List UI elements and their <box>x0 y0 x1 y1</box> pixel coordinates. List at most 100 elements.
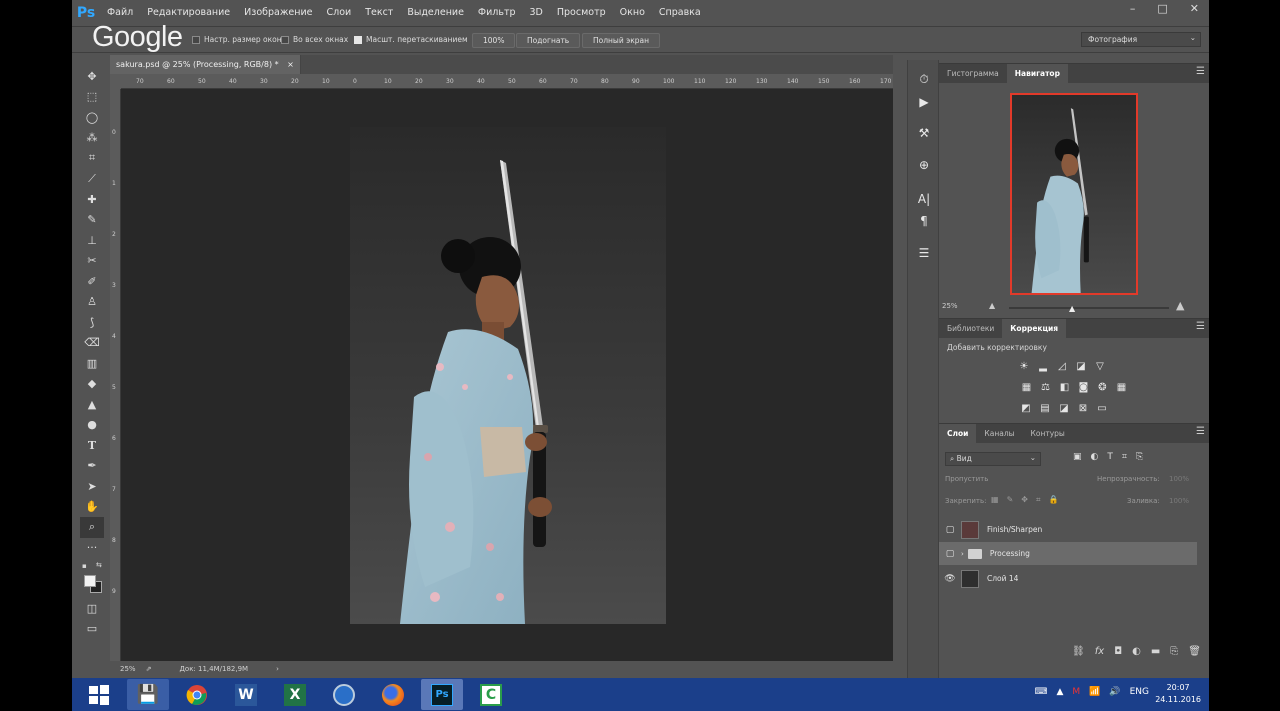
blur-tool-icon[interactable]: ◆ <box>80 374 104 395</box>
swap-colors-icon[interactable]: ⇆ <box>96 561 102 569</box>
zoom-in-icon[interactable]: ▲ <box>1176 299 1184 312</box>
vertical-ruler[interactable]: 0 1 2 3 4 5 6 7 8 9 <box>110 89 121 661</box>
fit-screen-button[interactable]: Подогнать <box>516 33 581 48</box>
menu-item[interactable]: Справка <box>652 0 708 26</box>
firefox-button[interactable] <box>372 679 414 710</box>
excel-button[interactable]: X <box>274 679 316 710</box>
stamp-tool-icon[interactable]: ⊥ <box>80 230 104 251</box>
visibility-toggle-off[interactable]: ▢ <box>939 525 961 535</box>
photoshop-taskbar-button[interactable]: Ps <box>421 679 463 710</box>
crop-tool-icon[interactable]: ⌗ <box>80 148 104 169</box>
visibility-toggle-off[interactable]: ▢ <box>939 549 961 559</box>
screen-mode-icon[interactable]: ▭ <box>80 619 104 640</box>
fill-screen-button[interactable]: Полный экран <box>582 33 661 48</box>
pixel-filter-icon[interactable]: ▣ <box>1073 452 1082 462</box>
menu-item[interactable]: Выделение <box>400 0 471 26</box>
panel-menu-icon[interactable]: ☰ <box>1196 426 1205 437</box>
move-tool-icon[interactable]: ✥ <box>80 66 104 87</box>
ruler-origin[interactable] <box>110 74 121 89</box>
pen-tool-icon[interactable]: ✒ <box>80 456 104 477</box>
threshold-icon[interactable]: ◪ <box>1058 402 1071 415</box>
close-tab-icon[interactable]: × <box>287 60 294 69</box>
menu-item[interactable]: Изображение <box>237 0 319 26</box>
menu-item[interactable]: Текст <box>358 0 400 26</box>
all-windows-checkbox[interactable]: Во всех окнах <box>281 35 348 44</box>
word-button[interactable]: W <box>225 679 267 710</box>
eye-icon[interactable]: 👁 <box>939 574 961 584</box>
vibrance-icon[interactable]: ▽ <box>1094 360 1107 373</box>
zoom-tool-icon[interactable]: ⌕ <box>80 517 104 538</box>
brightness-icon[interactable]: ☀ <box>1018 360 1031 373</box>
default-colors-icon[interactable]: ▪ <box>82 562 87 570</box>
clone-source-icon[interactable]: ⊕ <box>908 158 940 172</box>
panel-menu-icon[interactable]: ☰ <box>1196 66 1205 77</box>
navigator-zoom-slider[interactable] <box>1009 307 1169 309</box>
dodge-tool-icon[interactable]: ● <box>80 415 104 436</box>
maximize-button[interactable]: □ <box>1157 0 1167 18</box>
photo-filter-icon[interactable]: ◙ <box>1077 381 1090 394</box>
language-indicator[interactable]: ENG <box>1130 687 1149 697</box>
lock-artboard-icon[interactable]: ⌗ <box>1036 495 1041 505</box>
menu-item[interactable]: 3D <box>523 0 550 26</box>
network-icon[interactable]: 📶 <box>1089 687 1100 697</box>
layer-group-row[interactable]: ▢ › Processing <box>939 542 1197 565</box>
chrome-button[interactable] <box>176 679 218 710</box>
panel-tab[interactable]: Контуры <box>1023 424 1073 443</box>
marquee-tool-icon[interactable]: ⬚ <box>80 87 104 108</box>
lock-position-icon[interactable]: ✥ <box>1021 495 1028 505</box>
clone-stamp-icon[interactable]: ♙ <box>80 292 104 313</box>
color-swatches[interactable]: ▪ ⇆ <box>80 558 104 598</box>
quick-mask-icon[interactable]: ◫ <box>80 598 104 619</box>
layer-name[interactable]: Finish/Sharpen <box>987 525 1042 534</box>
layer-filter-dropdown[interactable]: ⌕ Вид ⌄ <box>945 452 1041 466</box>
black-white-icon[interactable]: ◧ <box>1058 381 1071 394</box>
gradient-map-icon[interactable]: ▭ <box>1096 402 1109 415</box>
smart-object-filter-icon[interactable]: ⎘ <box>1136 452 1143 462</box>
magic-wand-tool-icon[interactable]: ⁂ <box>80 128 104 149</box>
eyedropper-tool-icon[interactable]: ⟋ <box>80 169 104 190</box>
share-icon[interactable]: ⇗ <box>146 665 152 673</box>
panel-tab[interactable]: Слои <box>939 424 977 443</box>
close-button[interactable]: ✕ <box>1190 0 1199 18</box>
color-balance-icon[interactable]: ⚖ <box>1039 381 1052 394</box>
volume-icon[interactable]: 🔊 <box>1109 687 1120 697</box>
panel-tab[interactable]: Каналы <box>976 424 1022 443</box>
layer-row[interactable]: 👁 Слой 14 <box>939 567 1197 590</box>
panel-tab[interactable]: Навигатор <box>1006 64 1068 83</box>
exposure-icon[interactable]: ◪ <box>1075 360 1088 373</box>
character-icon[interactable]: A| <box>908 192 940 206</box>
minimize-button[interactable]: – <box>1130 0 1136 18</box>
document-tab[interactable]: sakura.psd @ 25% (Processing, RGB/8) * × <box>110 55 301 74</box>
mixer-brush-icon[interactable]: ⟆ <box>80 312 104 333</box>
menu-item[interactable]: Слои <box>319 0 358 26</box>
panel-tab[interactable]: Библиотеки <box>939 319 1002 338</box>
canvas-area[interactable] <box>121 89 893 661</box>
type-tool-icon[interactable]: T <box>80 435 104 456</box>
menu-item[interactable]: Фильтр <box>471 0 523 26</box>
path-selection-tool-icon[interactable]: ➤ <box>80 476 104 497</box>
eraser-tool-icon[interactable]: ⌫ <box>80 333 104 354</box>
thunderbird-button[interactable] <box>323 679 365 710</box>
keyboard-icon[interactable]: ⌨ <box>1034 687 1047 697</box>
navigator-zoom-value[interactable]: 25% <box>942 302 958 310</box>
hand-tool-icon[interactable]: ✋ <box>80 497 104 518</box>
shape-filter-icon[interactable]: ⌗ <box>1122 452 1127 462</box>
menu-item[interactable]: Окно <box>613 0 652 26</box>
posterize-icon[interactable]: ▤ <box>1039 402 1052 415</box>
workspace-dropdown[interactable]: Фотография <box>1081 31 1201 47</box>
camtasia-button[interactable]: C <box>470 679 512 710</box>
add-mask-icon[interactable]: ◘ <box>1114 646 1122 657</box>
antivirus-icon[interactable]: M <box>1072 687 1080 697</box>
lock-pixels-icon[interactable]: ✎ <box>1007 495 1014 505</box>
resize-windows-checkbox[interactable]: Настр. размер окон <box>192 35 282 44</box>
menu-item[interactable]: Просмотр <box>550 0 613 26</box>
adjustment-filter-icon[interactable]: ◐ <box>1091 452 1099 462</box>
save-app-button[interactable]: 💾 <box>127 679 169 710</box>
layer-name[interactable]: Слой 14 <box>987 574 1018 583</box>
invert-icon[interactable]: ◩ <box>1020 402 1033 415</box>
scrubby-zoom-checkbox[interactable]: Масшт. перетаскиванием <box>354 35 468 44</box>
channel-mixer-icon[interactable]: ❂ <box>1096 381 1109 394</box>
sharpen-tool-icon[interactable]: ▲ <box>80 394 104 415</box>
link-layers-icon[interactable]: ⛓ <box>1072 646 1085 657</box>
new-group-icon[interactable]: ▬ <box>1151 646 1160 657</box>
